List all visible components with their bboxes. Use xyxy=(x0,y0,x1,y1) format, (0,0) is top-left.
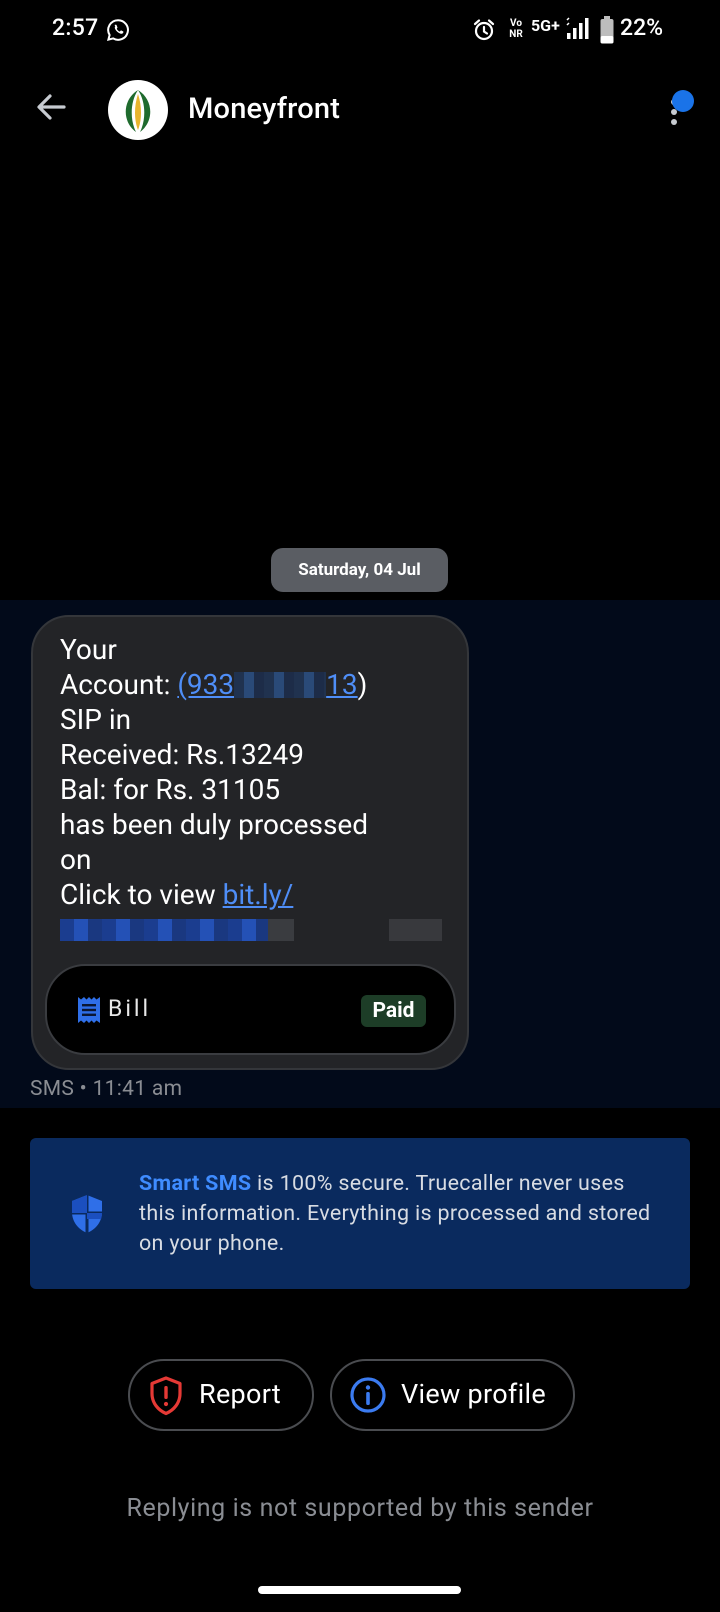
report-label: Report xyxy=(199,1378,281,1410)
smart-sms-text: Smart SMS is 100% secure. Truecaller nev… xyxy=(139,1171,651,1256)
battery-percentage: 22% xyxy=(620,14,664,41)
receipt-icon xyxy=(78,997,100,1023)
reply-not-supported-note: Replying is not supported by this sender xyxy=(126,1494,594,1523)
contact-avatar[interactable] xyxy=(108,80,168,140)
redacted-text xyxy=(389,919,442,941)
short-link[interactable]: bit.ly/ xyxy=(223,878,294,911)
message-text: Your Account: (933 13) SIP in Received: R… xyxy=(60,633,369,911)
smart-sms-brand: Smart SMS xyxy=(139,1171,252,1196)
redacted-link-tail xyxy=(268,919,294,941)
view-profile-label: View profile xyxy=(401,1378,546,1410)
bill-label: Bill xyxy=(108,995,152,1022)
account-number-link[interactable]: (933 13 xyxy=(177,668,357,701)
shield-icon xyxy=(72,1195,102,1233)
signal-icon xyxy=(566,17,589,39)
battery-icon xyxy=(600,16,614,44)
network-type: 5G+ xyxy=(531,16,560,35)
message-meta: SMS • 11:41 am xyxy=(30,1077,183,1101)
info-icon xyxy=(350,1377,386,1413)
report-shield-icon xyxy=(150,1376,182,1416)
back-arrow-icon[interactable] xyxy=(32,88,70,126)
redacted-digits xyxy=(234,672,327,698)
status-time: 2:57 xyxy=(52,14,99,41)
redacted-link[interactable] xyxy=(60,919,294,941)
vonr-indicator: Vo NR xyxy=(509,18,523,40)
paid-badge: Paid xyxy=(361,995,426,1027)
moneyfront-logo-icon xyxy=(125,90,151,132)
home-indicator[interactable] xyxy=(258,1586,461,1594)
alarm-icon xyxy=(473,19,495,41)
date-chip: Saturday, 04 Jul xyxy=(271,548,448,592)
notification-dot xyxy=(672,90,694,112)
contact-name[interactable]: Moneyfront xyxy=(188,92,340,126)
whatsapp-icon xyxy=(107,19,129,41)
